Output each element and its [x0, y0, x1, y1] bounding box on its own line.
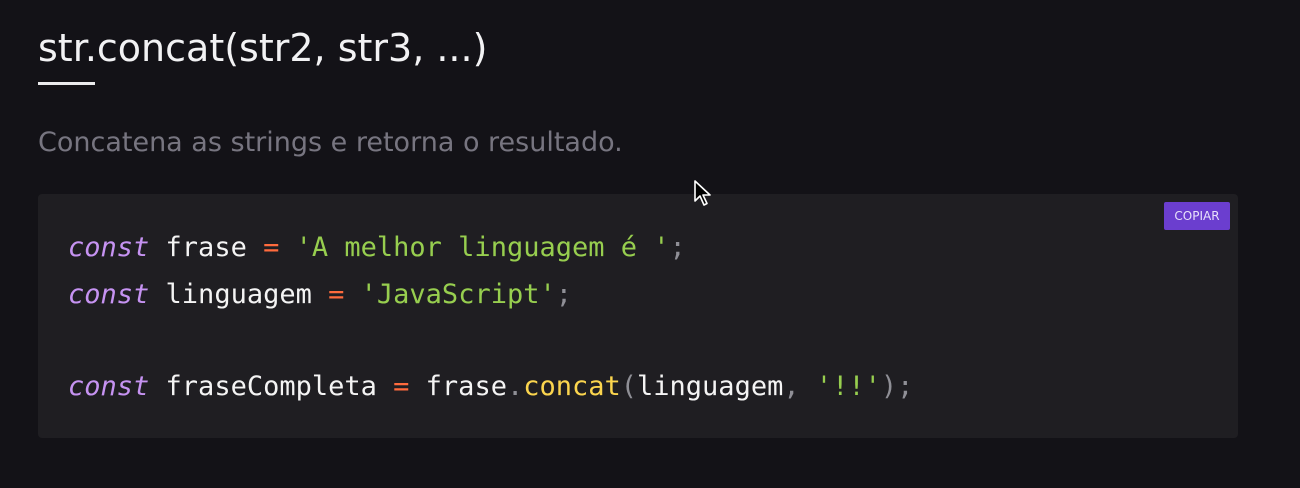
- code-variable: fraseCompleta: [165, 371, 377, 402]
- code-operator: =: [328, 279, 345, 310]
- mouse-pointer-icon: [694, 180, 711, 206]
- code-line: const linguagem = 'JavaScript';: [68, 272, 572, 318]
- code-punctuation: ;: [555, 279, 572, 310]
- code-paren-close: ): [880, 371, 898, 402]
- page-title: str.concat(str2, str3, ...): [38, 26, 488, 70]
- code-string: 'JavaScript': [360, 279, 556, 310]
- code-argument: linguagem: [637, 371, 784, 402]
- code-string: '!!': [815, 371, 881, 402]
- code-keyword: const: [68, 279, 150, 310]
- code-block: COPIAR const frase = 'A melhor linguagem…: [38, 194, 1238, 438]
- code-line: const frase = 'A melhor linguagem é ';: [68, 225, 686, 271]
- code-punctuation: ;: [897, 371, 914, 402]
- code-variable: frase: [165, 232, 247, 263]
- code-method: concat: [523, 371, 621, 402]
- code-comma: ,: [783, 371, 800, 402]
- code-object: frase: [425, 371, 507, 402]
- code-keyword: const: [68, 232, 150, 263]
- code-variable: linguagem: [165, 279, 312, 310]
- code-operator: =: [263, 232, 280, 263]
- code-paren-open: (: [620, 371, 638, 402]
- code-string: 'A melhor linguagem é ': [295, 232, 670, 263]
- code-line: const fraseCompleta = frase.concat(lingu…: [68, 364, 913, 410]
- code-dot: .: [506, 371, 524, 402]
- code-keyword: const: [68, 371, 150, 402]
- title-underline: [38, 82, 95, 85]
- copy-button[interactable]: COPIAR: [1164, 202, 1230, 230]
- code-punctuation: ;: [669, 232, 686, 263]
- code-operator: =: [393, 371, 410, 402]
- page-description: Concatena as strings e retorna o resulta…: [38, 127, 623, 158]
